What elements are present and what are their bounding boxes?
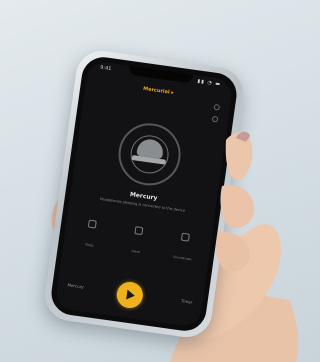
fingers-overlay xyxy=(216,131,255,272)
photo-scene: 9:41 ▮▮ ◔ ▬ Mercurial ▸ Mercury Headphon… xyxy=(0,0,314,362)
